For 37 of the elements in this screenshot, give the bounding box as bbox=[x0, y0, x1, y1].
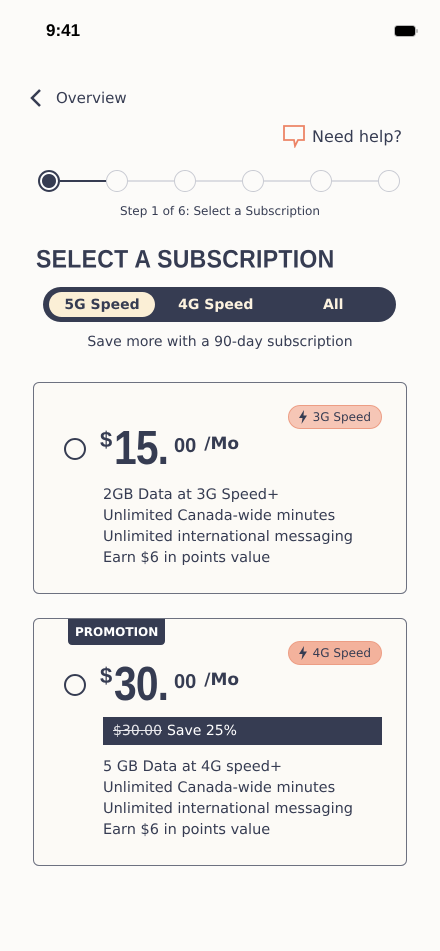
plan-feature: 5 GB Data at 4G speed+ bbox=[103, 758, 284, 777]
battery-icon bbox=[394, 25, 418, 37]
plan-feature: Unlimited international messaging bbox=[103, 800, 354, 819]
price-period: /Mo bbox=[204, 670, 240, 690]
currency-symbol: $ bbox=[100, 663, 112, 689]
speech-bubble-icon bbox=[282, 124, 306, 148]
speed-tab[interactable]: All bbox=[276, 292, 390, 317]
speed-badge: 4G Speed bbox=[288, 641, 382, 665]
radio-button[interactable] bbox=[64, 674, 86, 696]
plan-feature: 2GB Data at 3G Speed+ bbox=[103, 486, 280, 505]
lightning-icon bbox=[298, 646, 307, 660]
help-link[interactable]: Need help? bbox=[282, 124, 402, 148]
step-caption: Step 1 of 6: Select a Subscription bbox=[118, 204, 322, 218]
speed-tab[interactable]: 4G Speed bbox=[159, 292, 272, 317]
radio-button[interactable] bbox=[64, 438, 86, 460]
lightning-icon bbox=[298, 410, 307, 424]
plan-feature: Unlimited Canada-wide minutes bbox=[103, 507, 336, 526]
promotion-tag: PROMOTION bbox=[68, 619, 166, 645]
price-amount: 30. bbox=[114, 661, 168, 709]
plan-feature: Earn $6 in points value bbox=[103, 549, 272, 568]
price-period: /Mo bbox=[204, 434, 240, 454]
speed-tab[interactable]: 5G Speed bbox=[49, 292, 155, 317]
savings-text: Save 25% bbox=[167, 723, 237, 739]
subtitle: Save more with a 90-day subscription bbox=[86, 334, 354, 350]
old-price: $30.00 bbox=[113, 723, 162, 739]
price-cents: 00 bbox=[174, 671, 196, 694]
speed-badge: 3G Speed bbox=[288, 405, 382, 429]
price-cents: 00 bbox=[174, 435, 196, 458]
currency-symbol: $ bbox=[100, 427, 112, 453]
back-link[interactable]: Overview bbox=[30, 88, 127, 108]
plan-feature: Unlimited Canada-wide minutes bbox=[103, 779, 336, 798]
price-amount: 15. bbox=[114, 425, 168, 473]
chevron-left-icon bbox=[30, 88, 42, 108]
plan-feature: Unlimited international messaging bbox=[103, 528, 354, 547]
page-title: SELECT A SUBSCRIPTION bbox=[36, 244, 336, 274]
plan-feature: Earn $6 in points value bbox=[103, 821, 272, 840]
status-time: 9:41 bbox=[46, 21, 80, 41]
